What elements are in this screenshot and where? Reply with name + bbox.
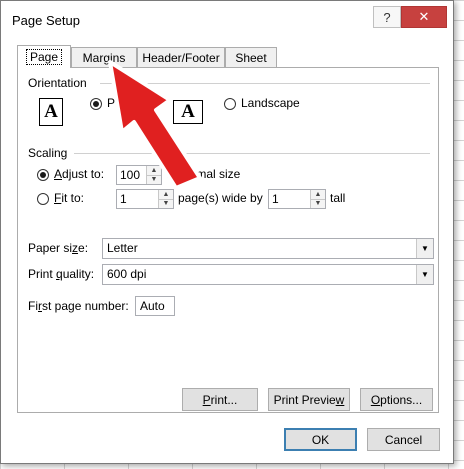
scaling-divider [74,153,430,154]
print-button[interactable]: Print... [182,388,258,411]
print-preview-button[interactable]: Print Previe w [268,388,350,411]
tab-page[interactable]: Page [17,45,71,68]
spin-down-icon[interactable]: ▼ [311,199,325,208]
chevron-down-icon[interactable]: ▼ [416,239,433,258]
spin-down-icon[interactable]: ▼ [147,175,161,184]
page-tab-panel: Orientation A P A Landscape Scaling Adju… [17,67,439,413]
adjust-to-label: Adjust to: [54,167,105,181]
normal-size-label: % normal size [165,167,241,181]
first-page-number-input[interactable]: Auto [135,296,175,316]
wide-by-label: page(s) wide by [178,191,263,205]
orientation-heading: Orientation [28,76,87,90]
portrait-radio[interactable] [90,98,102,110]
portrait-label: P [107,96,116,110]
first-page-number-label: First page number: [28,299,129,313]
chevron-down-icon[interactable]: ▼ [416,265,433,284]
scaling-heading: Scaling [28,146,68,160]
tab-sheet[interactable]: Sheet [225,47,277,67]
tab-margins[interactable]: Margins [71,47,137,67]
landscape-icon: A [173,100,203,124]
print-quality-label: Print quality: [28,267,95,281]
pages-wide-spinner[interactable]: 1 ▲ ▼ [116,189,174,209]
tab-header-footer[interactable]: Header/Footer [137,47,225,67]
orientation-divider [100,83,430,84]
adjust-to-spinner[interactable]: 100 ▲ ▼ [116,165,162,185]
close-icon: ✕ [418,9,430,24]
close-button[interactable]: ✕ [401,6,447,28]
pages-wide-value: 1 [120,192,127,206]
paper-size-select[interactable]: Letter ▼ [102,238,434,259]
adjust-to-value: 100 [120,168,141,182]
options-button[interactable]: Options... [360,388,433,411]
print-quality-select[interactable]: 600 dpi ▼ [102,264,434,285]
dialog-title: Page Setup [12,13,80,28]
pages-tall-value: 1 [272,192,279,206]
fit-to-radio[interactable] [37,193,49,205]
help-button[interactable]: ? [373,6,401,28]
adjust-to-radio[interactable] [37,169,49,181]
paper-size-label: Paper size: [28,241,89,255]
fit-to-label: Fit to: [54,191,85,205]
pages-tall-spinner[interactable]: 1 ▲ ▼ [268,189,326,209]
title-bar: Page Setup ? ✕ [1,1,453,39]
spin-down-icon[interactable]: ▼ [159,199,173,208]
cancel-button[interactable]: Cancel [367,428,440,451]
tall-label: tall [330,191,346,205]
landscape-radio[interactable] [224,98,236,110]
ok-button[interactable]: OK [284,428,357,451]
portrait-icon: A [39,98,63,126]
landscape-label: Landscape [241,96,300,110]
page-setup-dialog: Page Setup ? ✕ Page Margins Header/Foote… [0,0,454,464]
